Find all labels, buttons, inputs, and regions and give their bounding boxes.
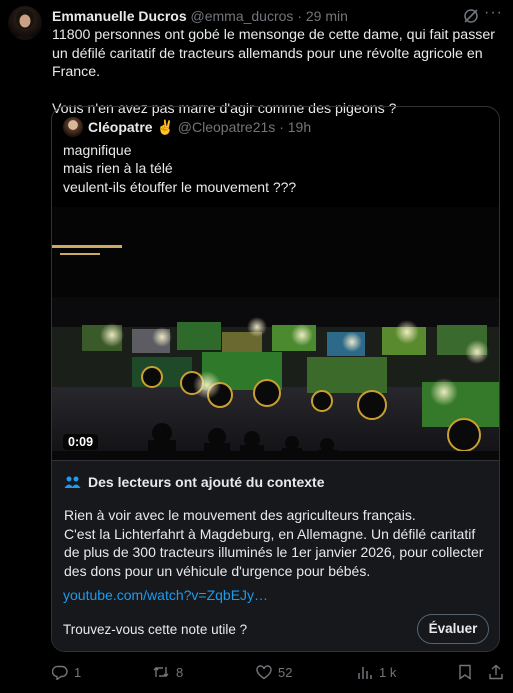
victory-emoji: ✌️ [156,119,174,135]
bookmark-button[interactable] [458,662,472,682]
tweet-time[interactable]: 29 min [306,8,348,24]
share-icon [489,664,503,680]
reply-count: 1 [74,664,82,680]
share-button[interactable] [488,662,504,682]
video-player[interactable]: 0:09 [52,207,499,460]
tweet-header: Emmanuelle Ducros @emma_ducros · 29 min [52,8,503,26]
note-line: Rien à voir avec le mouvement des agricu… [64,507,416,523]
like-icon [256,664,272,679]
like-count: 52 [278,664,293,680]
quote-time-separator: · [279,119,284,135]
community-note-title: Des lecteurs ont ajouté du contexte [88,474,325,490]
quote-header: Cléopatre ✌️ @Cleopatre21s · 19h [88,119,311,136]
repost-count: 8 [176,664,184,680]
video-duration: 0:09 [63,434,99,450]
bookmark-icon [459,664,471,680]
tweet[interactable]: Emmanuelle Ducros @emma_ducros · 29 min … [0,0,513,693]
reply-button[interactable]: 1 [52,662,81,682]
rate-note-button[interactable]: Évaluer [417,614,489,644]
quote-line: veulent-ils étouffer le mouvement ??? [63,178,297,195]
time-separator: · [297,8,302,24]
views-count: 1 k [379,664,397,680]
tweet-paragraph-1: 11800 personnes ont gobé le mensonge de … [52,27,496,81]
views-icon [358,667,372,679]
author-handle[interactable]: @emma_ducros [191,8,294,24]
quote-avatar[interactable] [63,117,83,137]
reply-icon [52,665,68,680]
community-note-icon [64,476,81,488]
tweet-actions: 1 8 52 1 k [52,662,504,686]
community-note-body: Rien à voir avec le mouvement des agricu… [64,506,489,580]
community-note-header: Des lecteurs ont ajouté du contexte [64,474,325,490]
repost-icon [153,667,169,677]
quote-author-name[interactable]: Cléopatre [88,119,153,135]
quote-time[interactable]: 19h [288,119,311,135]
views-button[interactable]: 1 k [357,662,396,682]
grok-icon[interactable] [463,8,479,24]
author-avatar[interactable] [8,6,42,40]
quote-line: magnifique [63,142,132,158]
quote-line: mais rien à la télé [63,160,173,177]
author-name[interactable]: Emmanuelle Ducros [52,8,187,24]
quote-text: magnifique mais rien à la télé veulent-i… [63,141,296,196]
more-icon[interactable]: ··· [484,4,503,22]
note-line: C'est la Lichterfahrt à Magdeburg, en Al… [64,525,484,579]
quoted-tweet[interactable]: Cléopatre ✌️ @Cleopatre21s · 19h magnifi… [51,106,500,652]
repost-button[interactable]: 8 [152,662,183,682]
community-note-link[interactable]: youtube.com/watch?v=ZqbEJy… [63,587,268,603]
video-thumbnail [52,207,499,460]
community-note-question: Trouvez-vous cette note utile ? [63,622,248,637]
quote-author-handle[interactable]: @Cleopatre21s [178,119,276,135]
like-button[interactable]: 52 [256,662,292,682]
